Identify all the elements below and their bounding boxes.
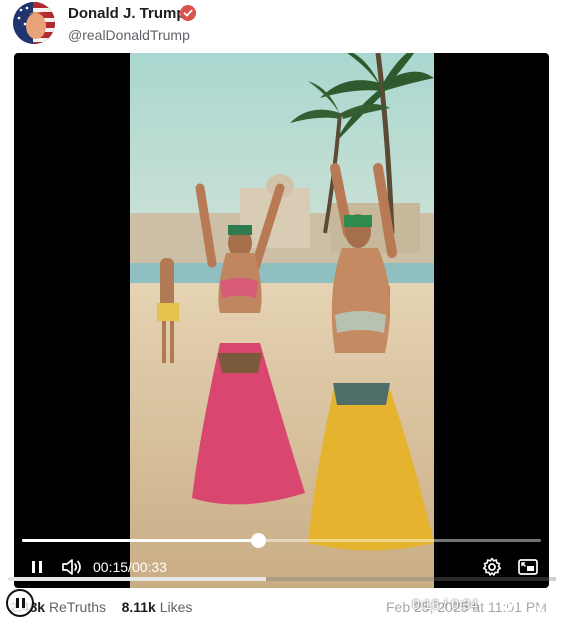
author-avatar[interactable]	[13, 2, 55, 44]
overlay-volume-icon[interactable]	[499, 595, 519, 613]
likes-label[interactable]: Likes	[160, 599, 193, 615]
picture-in-picture-icon[interactable]	[517, 557, 539, 577]
avatar-image	[13, 2, 55, 44]
author-handle[interactable]: @realDonaldTrump	[68, 27, 190, 43]
volume-icon[interactable]	[61, 557, 83, 577]
overlay-time: 0:16 / 0:34	[412, 596, 479, 612]
duration: 00:33	[131, 559, 167, 575]
expand-icon[interactable]	[535, 595, 553, 613]
seek-bar-progress	[22, 539, 259, 542]
video-frame[interactable]	[130, 53, 434, 588]
retruths-label[interactable]: ReTruths	[49, 599, 106, 615]
current-time: 00:15	[93, 559, 129, 575]
overlay-progress-bar[interactable]	[8, 577, 556, 581]
video-still-image	[130, 53, 434, 588]
pause-icon[interactable]	[28, 558, 46, 576]
overlay-pause-icon[interactable]	[6, 589, 34, 617]
seek-bar[interactable]	[22, 533, 541, 548]
video-player[interactable]: 00:15/00:33	[14, 53, 549, 588]
settings-icon[interactable]	[482, 557, 502, 577]
overlay-progress-fill	[8, 577, 266, 581]
verified-badge-icon	[180, 5, 196, 21]
author-name[interactable]: Donald J. Trump	[68, 5, 186, 22]
engagement-stats: 2.48k ReTruths 8.11k Likes	[10, 599, 192, 615]
playback-time: 00:15/00:33	[93, 559, 167, 575]
likes-count[interactable]: 8.11k	[122, 599, 156, 615]
